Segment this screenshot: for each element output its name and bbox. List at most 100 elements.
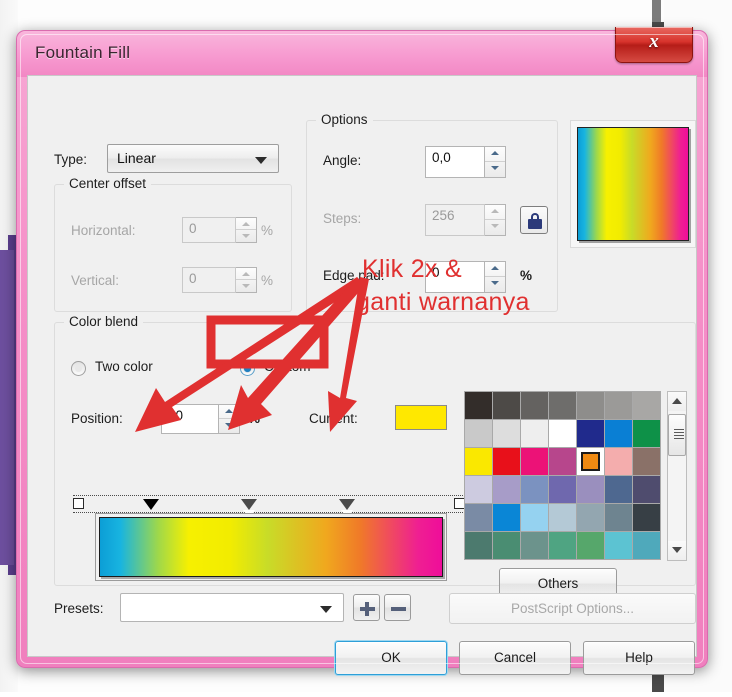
palette-swatch[interactable] xyxy=(633,392,660,419)
palette-swatch[interactable] xyxy=(493,448,520,475)
palette-swatch[interactable] xyxy=(493,532,520,559)
dialog-title-bar[interactable]: Fountain Fill x xyxy=(17,27,707,77)
stop-marker-2[interactable] xyxy=(241,499,258,518)
palette-swatch[interactable] xyxy=(493,392,520,419)
ok-button[interactable]: OK xyxy=(335,641,447,675)
palette-swatch[interactable] xyxy=(577,476,604,503)
palette-swatch[interactable] xyxy=(465,392,492,419)
gradient-stop-ruler[interactable] xyxy=(73,495,465,513)
palette-swatch[interactable] xyxy=(521,532,548,559)
steps-input[interactable]: 256 xyxy=(425,204,485,236)
palette-swatch[interactable] xyxy=(549,476,576,503)
position-stepper-up[interactable] xyxy=(219,405,239,419)
position-input[interactable]: 20 xyxy=(161,404,219,434)
palette-swatch[interactable] xyxy=(549,420,576,447)
steps-stepper[interactable] xyxy=(485,204,506,236)
position-stepper[interactable] xyxy=(219,404,240,434)
stop-marker-selected[interactable] xyxy=(143,499,160,510)
palette-swatch[interactable] xyxy=(493,420,520,447)
palette-swatch[interactable] xyxy=(577,392,604,419)
palette-swatch[interactable] xyxy=(465,420,492,447)
palette-swatch[interactable] xyxy=(633,476,660,503)
horizontal-stepper-up[interactable] xyxy=(236,218,256,230)
horizontal-stepper-down[interactable] xyxy=(236,230,256,242)
remove-preset-button[interactable] xyxy=(384,594,411,621)
presets-dropdown[interactable] xyxy=(120,593,344,622)
chevron-down-icon xyxy=(320,606,332,613)
palette-scrollbar[interactable] xyxy=(667,391,687,561)
vertical-stepper[interactable] xyxy=(236,267,257,293)
edge-pad-stepper-up[interactable] xyxy=(485,262,505,277)
custom-radio[interactable] xyxy=(240,361,255,376)
palette-swatch[interactable] xyxy=(521,504,548,531)
palette-swatch[interactable] xyxy=(549,504,576,531)
stop-marker-3[interactable] xyxy=(339,499,356,518)
palette-swatch[interactable] xyxy=(577,504,604,531)
postscript-options-button[interactable]: PostScript Options... xyxy=(449,593,696,624)
steps-stepper-down[interactable] xyxy=(485,220,505,235)
palette-swatch[interactable] xyxy=(465,448,492,475)
palette-swatch[interactable] xyxy=(521,448,548,475)
cancel-button[interactable]: Cancel xyxy=(459,641,571,675)
gradient-strip[interactable] xyxy=(95,513,447,581)
palette-swatch[interactable] xyxy=(633,420,660,447)
palette-swatch[interactable] xyxy=(605,392,632,419)
palette-swatch[interactable] xyxy=(493,504,520,531)
edge-pad-stepper[interactable] xyxy=(485,261,506,293)
vertical-unit: % xyxy=(261,273,274,288)
angle-stepper[interactable] xyxy=(485,146,506,178)
two-color-radio[interactable] xyxy=(71,361,86,376)
plus-icon-v xyxy=(365,602,369,616)
vertical-stepper-up[interactable] xyxy=(236,268,256,280)
palette-scroll-down-button[interactable] xyxy=(668,541,686,560)
horizontal-input[interactable]: 0 xyxy=(182,217,236,243)
position-unit: % xyxy=(248,411,261,426)
palette-swatch[interactable] xyxy=(493,476,520,503)
horizontal-unit: % xyxy=(261,223,274,238)
palette-swatch[interactable] xyxy=(549,532,576,559)
start-square[interactable] xyxy=(73,498,84,509)
palette-swatch[interactable] xyxy=(633,504,660,531)
palette-scrollbar-thumb[interactable] xyxy=(668,414,686,456)
palette-swatch[interactable] xyxy=(521,420,548,447)
palette-swatch[interactable] xyxy=(521,476,548,503)
palette-swatch[interactable] xyxy=(465,504,492,531)
palette-swatch[interactable] xyxy=(633,448,660,475)
help-button[interactable]: Help xyxy=(583,641,695,675)
add-preset-button[interactable] xyxy=(353,594,380,621)
angle-stepper-down[interactable] xyxy=(485,162,505,177)
palette-swatch[interactable] xyxy=(521,392,548,419)
steps-stepper-up[interactable] xyxy=(485,205,505,220)
color-palette-grid[interactable] xyxy=(464,391,661,560)
edge-pad-input[interactable]: 0 xyxy=(425,261,485,293)
vertical-input[interactable]: 0 xyxy=(182,267,236,293)
type-dropdown[interactable]: Linear xyxy=(107,144,279,173)
palette-swatch[interactable] xyxy=(577,532,604,559)
palette-swatch[interactable] xyxy=(605,476,632,503)
palette-swatch-selected[interactable] xyxy=(577,448,604,475)
lock-icon[interactable] xyxy=(520,206,548,234)
palette-swatch[interactable] xyxy=(605,448,632,475)
palette-scroll-up-button[interactable] xyxy=(668,392,686,411)
palette-swatch[interactable] xyxy=(605,532,632,559)
angle-stepper-up[interactable] xyxy=(485,147,505,162)
position-stepper-down[interactable] xyxy=(219,419,239,433)
ok-button-label: OK xyxy=(381,650,401,665)
palette-swatch[interactable] xyxy=(465,532,492,559)
center-offset-title: Center offset xyxy=(64,176,152,191)
edge-pad-stepper-down[interactable] xyxy=(485,277,505,292)
palette-swatch[interactable] xyxy=(605,504,632,531)
close-button[interactable]: x xyxy=(615,27,693,63)
angle-input[interactable]: 0,0 xyxy=(425,146,485,178)
palette-swatch[interactable] xyxy=(605,420,632,447)
palette-swatch[interactable] xyxy=(577,420,604,447)
type-dropdown-value: Linear xyxy=(117,150,156,166)
palette-swatch[interactable] xyxy=(549,392,576,419)
position-label: Position: xyxy=(71,411,123,426)
current-color-swatch[interactable] xyxy=(395,405,447,430)
vertical-stepper-down[interactable] xyxy=(236,280,256,292)
palette-swatch[interactable] xyxy=(465,476,492,503)
palette-swatch[interactable] xyxy=(633,532,660,559)
palette-swatch[interactable] xyxy=(549,448,576,475)
horizontal-stepper[interactable] xyxy=(236,217,257,243)
